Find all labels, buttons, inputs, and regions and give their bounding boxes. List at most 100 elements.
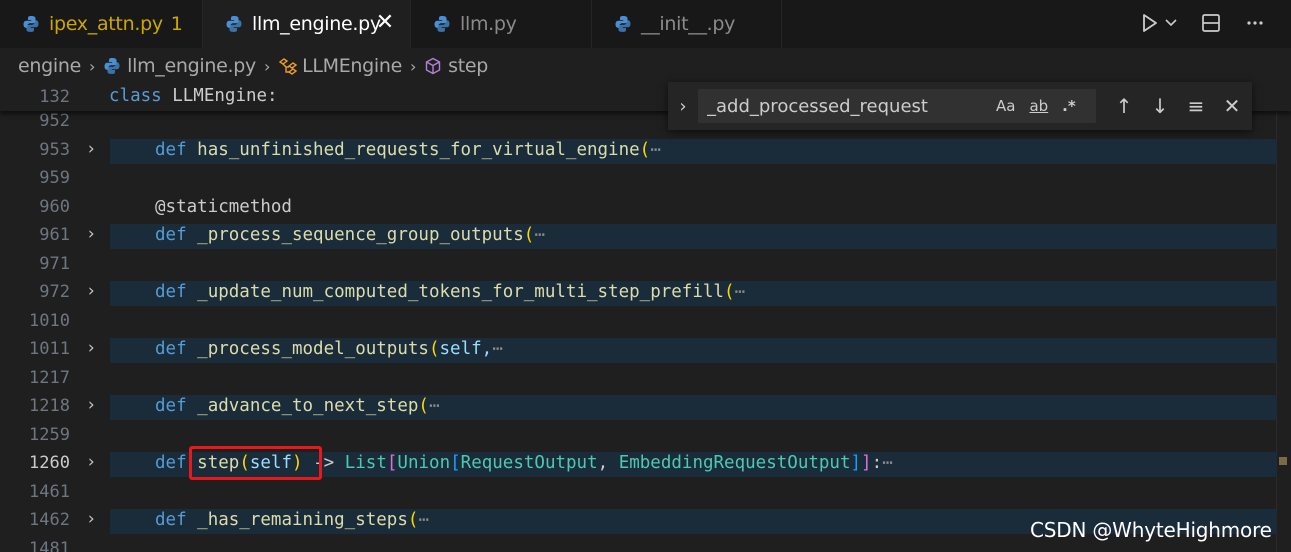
code-line[interactable]: 1217 — [0, 365, 1277, 394]
match-whole-word-icon[interactable]: ab — [1029, 97, 1048, 115]
find-input-container: Aa ab .* — [698, 89, 1096, 123]
folded-ellipsis-icon: ⋯ — [418, 510, 429, 530]
type-name: RequestOutput — [460, 453, 598, 473]
tab-label: __init__.py — [641, 13, 736, 35]
tab-label: ipex_attn.py — [49, 13, 163, 35]
breadcrumb: engine › llm_engine.py › LLMEngine › ste… — [0, 48, 1291, 84]
line-number: 1481 — [29, 538, 70, 552]
keyword: class — [109, 86, 162, 106]
line-number: 972 — [39, 282, 70, 302]
close-icon[interactable]: ✕ — [1214, 94, 1250, 118]
line-number: 1461 — [29, 481, 70, 502]
line-number: 1462 — [29, 510, 70, 530]
code-line[interactable]: 1461 — [0, 479, 1277, 508]
match-case-icon[interactable]: Aa — [996, 97, 1015, 115]
code-text: def _process_sequence_group_outputs(⋯ — [155, 225, 545, 245]
chevron-right-icon: › — [263, 56, 271, 76]
editor-tab-bar: ipex_attn.py 1 llm_engine.py ✕ llm.py __… — [0, 0, 1291, 48]
arrow-up-icon[interactable]: ↑ — [1106, 94, 1142, 118]
class-icon — [278, 57, 298, 75]
regex-icon[interactable]: .* — [1062, 97, 1076, 115]
folded-ellipsis-icon: ⋯ — [650, 139, 661, 160]
line-number: 1217 — [29, 367, 70, 388]
fold-chevron-icon[interactable]: › — [86, 139, 96, 159]
decorator: @staticmethod — [155, 196, 292, 217]
fold-chevron-icon[interactable]: › — [86, 509, 96, 529]
fold-chevron-icon[interactable]: › — [86, 452, 96, 472]
code-text: def _advance_to_next_step(⋯ — [155, 396, 440, 416]
split-editor-icon[interactable] — [1201, 13, 1221, 36]
fold-chevron-icon[interactable]: › — [86, 281, 96, 301]
breadcrumb-item-class[interactable]: LLMEngine — [278, 55, 402, 77]
code-line[interactable]: 971 — [0, 251, 1277, 280]
line-number: 1259 — [29, 424, 70, 445]
fold-chevron-icon[interactable]: › — [86, 338, 96, 358]
keyword: def — [155, 453, 187, 473]
method-icon — [424, 57, 442, 75]
function-name: _update_num_computed_tokens_for_multi_st… — [197, 282, 724, 302]
close-icon[interactable]: ✕ — [374, 12, 396, 34]
line-number: 1010 — [29, 310, 70, 331]
line-number: 960 — [39, 196, 70, 217]
breadcrumb-item-method[interactable]: step — [424, 55, 488, 77]
breadcrumb-label: llm_engine.py — [127, 55, 256, 77]
keyword: def — [155, 510, 187, 530]
find-widget: › Aa ab .* ↑ ↓ ≡ ✕ — [668, 82, 1252, 130]
code-line[interactable]: 961 › def _process_sequence_group_outputs(… — [0, 222, 1277, 251]
function-name: _has_remaining_steps — [197, 510, 408, 530]
breadcrumb-item-engine[interactable]: engine — [18, 55, 81, 77]
function-name: _process_model_outputs — [197, 339, 429, 359]
tab-ipex-attn[interactable]: ipex_attn.py 1 — [0, 0, 203, 48]
folded-ellipsis-icon: ⋯ — [734, 282, 746, 302]
code-line[interactable]: 953 › def has_unfinished_requests_for_virt… — [0, 137, 1277, 166]
keyword: def — [155, 139, 187, 160]
toggle-replace-chevron-icon[interactable]: › — [668, 96, 698, 117]
chevron-down-icon[interactable] — [1165, 13, 1177, 36]
code-text: def _has_remaining_steps(⋯ — [155, 510, 429, 530]
annotation-highlight-box — [189, 446, 322, 480]
scrollbar-find-marker — [1279, 457, 1287, 465]
function-name: has_unfinished_requests_for_virtual_engi… — [197, 139, 640, 160]
find-input[interactable] — [698, 95, 988, 117]
code-line[interactable]: 1010 — [0, 308, 1277, 337]
tab-llm-engine[interactable]: llm_engine.py ✕ — [203, 0, 411, 48]
find-in-selection-icon[interactable]: ≡ — [1178, 94, 1214, 118]
line-number: 952 — [39, 111, 70, 131]
line-number: 1260 — [29, 453, 70, 473]
folded-ellipsis-icon: ⋯ — [534, 225, 545, 245]
line-number: 959 — [39, 168, 70, 188]
tab-init[interactable]: __init__.py — [592, 0, 782, 48]
line-number: 971 — [39, 253, 70, 274]
run-icon[interactable] — [1141, 13, 1159, 36]
code-editor[interactable]: 132 class LLMEngine: 952 953 › def has_unfi… — [0, 84, 1291, 552]
line-number: 1011 — [29, 339, 70, 359]
type-name: List — [344, 453, 387, 473]
tab-llm[interactable]: llm.py — [411, 0, 592, 48]
line-number: 953 — [39, 139, 70, 160]
code-line[interactable]: 1218 › def _advance_to_next_step(⋯ — [0, 393, 1277, 422]
breadcrumb-item-file[interactable]: llm_engine.py — [103, 55, 256, 77]
editor-actions — [1141, 0, 1291, 48]
function-name: _process_sequence_group_outputs — [197, 225, 524, 245]
code-line[interactable]: 959 — [0, 165, 1277, 194]
type-name: EmbeddingRequestOutput — [618, 453, 851, 473]
folded-ellipsis-icon: ⋯ — [428, 396, 440, 416]
folded-ellipsis-icon: ⋯ — [882, 453, 893, 473]
function-name: _advance_to_next_step — [197, 396, 419, 416]
fold-chevron-icon[interactable]: › — [86, 224, 96, 244]
code-line[interactable]: 1011 › def _process_model_outputs(self,⋯ — [0, 336, 1277, 365]
code-text: def has_unfinished_requests_for_virtual_… — [155, 139, 661, 160]
code-line[interactable]: 960 @staticmethod — [0, 194, 1277, 223]
python-icon — [433, 15, 451, 33]
more-actions-icon[interactable] — [1245, 13, 1265, 36]
chevron-right-icon: › — [410, 56, 417, 76]
keyword: def — [155, 339, 187, 359]
arrow-down-icon[interactable]: ↓ — [1142, 94, 1178, 118]
chevron-right-icon: › — [89, 56, 96, 76]
fold-chevron-icon[interactable]: › — [86, 395, 96, 415]
python-icon — [103, 57, 121, 75]
code-line[interactable]: 972 › def _update_num_computed_tokens_for_… — [0, 279, 1277, 308]
python-icon — [614, 15, 632, 33]
line-number: 961 — [39, 225, 70, 245]
python-icon — [22, 15, 40, 33]
